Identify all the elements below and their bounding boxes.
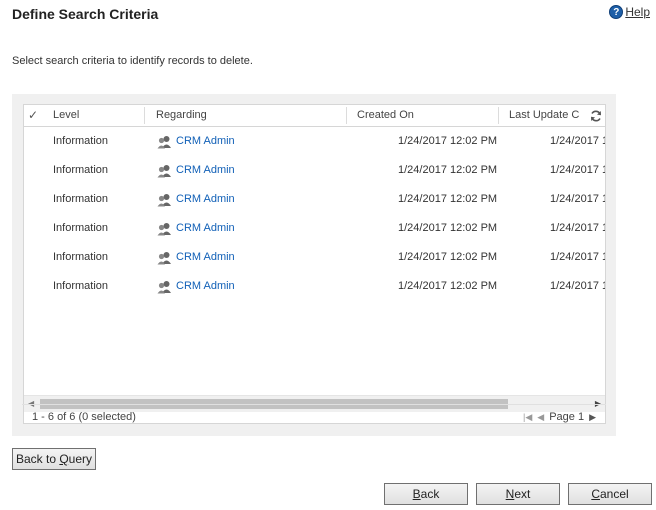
select-all-checkbox[interactable]: ✓	[24, 105, 42, 126]
next-page-icon[interactable]: ▶	[589, 412, 596, 423]
pager: |◀ ◀ Page 1 ▶	[523, 411, 596, 423]
back-to-query-button[interactable]: Back to Query	[12, 448, 96, 470]
access-key: B	[412, 487, 421, 501]
cell-level: Information	[53, 280, 109, 292]
results-grid: ✓ Level Regarding Created On Last Update…	[23, 104, 606, 424]
table-row[interactable]: Information CRM Admin 1/24/2017 12:02 PM…	[24, 127, 605, 156]
page-number: Page 1	[549, 411, 585, 423]
column-header-last-updated[interactable]: Last Update C	[509, 105, 583, 126]
cell-regarding: CRM Admin	[157, 185, 235, 214]
cell-last-updated: 1/24/2017 1	[550, 251, 605, 263]
cell-last-updated: 1/24/2017 1	[550, 135, 605, 147]
cell-last-updated: 1/24/2017 1	[550, 193, 605, 205]
next-button[interactable]: Next	[476, 483, 560, 505]
regarding-link[interactable]: CRM Admin	[176, 243, 235, 272]
table-row[interactable]: Information CRM Admin 1/24/2017 12:02 PM…	[24, 185, 605, 214]
column-separator	[498, 107, 499, 124]
back-button[interactable]: Back	[384, 483, 468, 505]
cell-level: Information	[53, 222, 109, 234]
access-key: Q	[59, 452, 69, 466]
user-icon	[157, 280, 171, 293]
button-label: ack	[420, 487, 440, 501]
column-header-level[interactable]: Level	[53, 105, 79, 126]
cell-last-updated: 1/24/2017 1	[550, 222, 605, 234]
cell-created-on: 1/24/2017 12:02 PM	[398, 164, 498, 176]
column-separator	[144, 107, 145, 124]
record-count: 1 - 6 of 6 (0 selected)	[32, 411, 136, 423]
user-icon	[157, 222, 171, 235]
cell-created-on: 1/24/2017 12:02 PM	[398, 135, 498, 147]
previous-page-icon[interactable]: ◀	[537, 412, 544, 423]
cell-regarding: CRM Admin	[157, 272, 235, 301]
cell-level: Information	[53, 251, 109, 263]
column-header-created-on[interactable]: Created On	[357, 105, 414, 126]
cancel-button[interactable]: Cancel	[568, 483, 652, 505]
button-label: ancel	[599, 487, 629, 501]
help-label: Help	[625, 5, 650, 19]
table-row[interactable]: Information CRM Admin 1/24/2017 12:02 PM…	[24, 214, 605, 243]
column-separator	[346, 107, 347, 124]
table-row[interactable]: Information CRM Admin 1/24/2017 12:02 PM…	[24, 243, 605, 272]
cell-created-on: 1/24/2017 12:02 PM	[398, 280, 498, 292]
first-page-icon[interactable]: |◀	[523, 412, 532, 423]
grid-header: ✓ Level Regarding Created On Last Update…	[24, 105, 605, 127]
help-link[interactable]: ? Help	[609, 5, 650, 19]
cell-regarding: CRM Admin	[157, 214, 235, 243]
user-icon	[157, 193, 171, 206]
cell-created-on: 1/24/2017 12:02 PM	[398, 222, 498, 234]
cell-level: Information	[53, 193, 109, 205]
regarding-link[interactable]: CRM Admin	[176, 156, 235, 185]
cell-created-on: 1/24/2017 12:02 PM	[398, 251, 498, 263]
table-row[interactable]: Information CRM Admin 1/24/2017 12:02 PM…	[24, 156, 605, 185]
user-icon	[157, 135, 171, 148]
table-row[interactable]: Information CRM Admin 1/24/2017 12:02 PM…	[24, 272, 605, 301]
refresh-icon[interactable]	[589, 109, 603, 123]
access-key: C	[591, 487, 600, 501]
cell-last-updated: 1/24/2017 1	[550, 164, 605, 176]
cell-level: Information	[53, 164, 109, 176]
cell-regarding: CRM Admin	[157, 243, 235, 272]
grid-rows: Information CRM Admin 1/24/2017 12:02 PM…	[24, 127, 605, 301]
help-icon: ?	[609, 5, 624, 19]
column-header-regarding[interactable]: Regarding	[156, 105, 207, 126]
page-title: Define Search Criteria	[12, 6, 159, 22]
user-icon	[157, 251, 171, 264]
regarding-link[interactable]: CRM Admin	[176, 272, 235, 301]
grid-frame: ✓ Level Regarding Created On Last Update…	[12, 94, 616, 436]
button-label: Back to	[15, 452, 60, 466]
cell-last-updated: 1/24/2017 1	[550, 280, 605, 292]
grid-status-bar: 1 - 6 of 6 (0 selected) |◀ ◀ Page 1 ▶	[22, 404, 606, 428]
cell-regarding: CRM Admin	[157, 156, 235, 185]
regarding-link[interactable]: CRM Admin	[176, 185, 235, 214]
regarding-link[interactable]: CRM Admin	[176, 214, 235, 243]
regarding-link[interactable]: CRM Admin	[176, 127, 235, 156]
button-label: uery	[68, 452, 93, 466]
button-label: ext	[514, 487, 531, 501]
user-icon	[157, 164, 171, 177]
cell-regarding: CRM Admin	[157, 127, 235, 156]
cell-created-on: 1/24/2017 12:02 PM	[398, 193, 498, 205]
cell-level: Information	[53, 135, 109, 147]
instructions-text: Select search criteria to identify recor…	[12, 55, 253, 67]
